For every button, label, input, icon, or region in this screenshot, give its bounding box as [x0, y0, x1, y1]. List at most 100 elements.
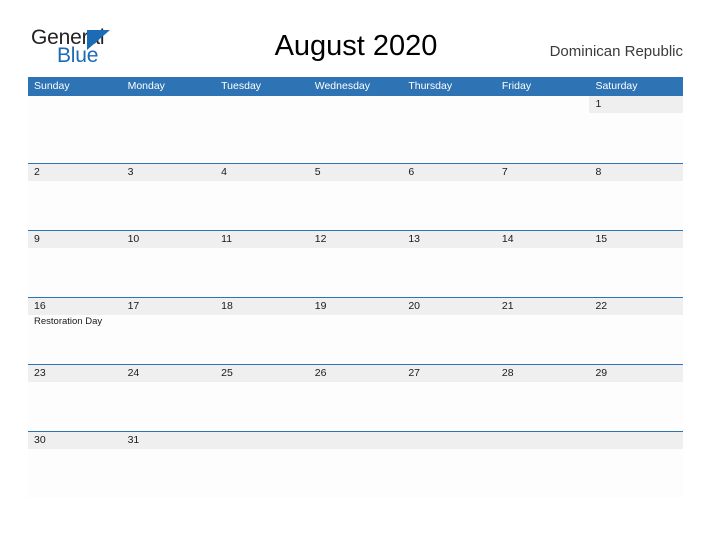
day-number: 14 [501, 233, 514, 245]
calendar-day-cell[interactable]: 20 [402, 298, 496, 364]
calendar-day-cell[interactable]: 13 [402, 231, 496, 297]
day-number-band [402, 432, 496, 449]
calendar-day-cell-empty[interactable] [215, 432, 309, 498]
day-number: 12 [314, 233, 327, 245]
calendar-day-cell-empty[interactable] [28, 96, 122, 163]
calendar-day-cell-empty[interactable] [121, 96, 216, 163]
weekday-wednesday: Wednesday [314, 80, 370, 92]
day-number-band [402, 164, 496, 181]
calendar-day-cell[interactable]: 4 [215, 164, 309, 230]
calendar-day-cell[interactable]: 16 Restoration Day [28, 298, 122, 364]
calendar-week-row: 2 3 4 5 6 7 8 [28, 163, 684, 230]
day-number: 5 [314, 166, 321, 178]
calendar-day-cell[interactable]: 26 [308, 365, 403, 431]
calendar-day-cell[interactable]: 23 [28, 365, 122, 431]
calendar-day-cell[interactable]: 19 [308, 298, 403, 364]
weekday-saturday: Saturday [595, 80, 638, 92]
day-number-band [495, 164, 590, 181]
calendar-day-cell-empty[interactable] [308, 432, 403, 498]
day-number-band [308, 432, 403, 449]
calendar-day-cell[interactable]: 7 [495, 164, 590, 230]
calendar-day-cell-empty[interactable] [589, 432, 684, 498]
calendar-day-cell[interactable]: 27 [402, 365, 496, 431]
calendar-day-cell[interactable]: 29 [589, 365, 684, 431]
calendar-day-cell[interactable]: 24 [121, 365, 216, 431]
day-number: 29 [595, 367, 608, 379]
calendar-page: General Blue August 2020 Dominican Repub… [0, 0, 712, 550]
day-number: 1 [595, 98, 602, 110]
calendar-day-cell[interactable]: 15 [589, 231, 684, 297]
day-number-band [402, 96, 496, 113]
calendar-day-cell[interactable]: 31 [121, 432, 216, 498]
calendar-week-row: 30 31 [28, 431, 684, 498]
day-number: 24 [127, 367, 140, 379]
calendar-day-cell-empty[interactable] [402, 432, 496, 498]
day-number: 13 [408, 233, 420, 245]
calendar-day-cell[interactable]: 17 [121, 298, 216, 364]
day-number-band [121, 164, 216, 181]
day-number-band [589, 164, 684, 181]
day-number-band [28, 96, 122, 113]
calendar-day-cell-empty[interactable] [495, 96, 590, 163]
calendar-week-row: 9 10 11 12 13 14 15 [28, 230, 684, 297]
calendar-day-cell[interactable]: 5 [308, 164, 403, 230]
calendar-weeks: 1 2 3 4 5 6 7 8 9 10 11 12 13 14 15 16 Restoration Day 17… [28, 96, 684, 498]
day-number-band [589, 96, 684, 113]
day-number: 15 [595, 233, 608, 245]
day-number-band [589, 432, 684, 449]
calendar-day-cell[interactable]: 14 [495, 231, 590, 297]
calendar-day-cell[interactable]: 12 [308, 231, 403, 297]
calendar-week-row: 23 24 25 26 27 28 29 [28, 364, 684, 431]
day-number: 22 [595, 300, 608, 312]
calendar-day-cell[interactable]: 2 [28, 164, 122, 230]
calendar-day-cell[interactable]: 9 [28, 231, 122, 297]
calendar-day-cell[interactable]: 22 [589, 298, 684, 364]
day-number-band [308, 96, 403, 113]
country-label: Dominican Republic [549, 43, 683, 60]
day-number-band [215, 164, 309, 181]
day-number: 28 [501, 367, 514, 379]
day-number: 21 [501, 300, 514, 312]
calendar-day-cell[interactable]: 28 [495, 365, 590, 431]
calendar-day-cell[interactable]: 11 [215, 231, 309, 297]
calendar-day-cell[interactable]: 18 [215, 298, 309, 364]
day-number: 19 [314, 300, 327, 312]
calendar-day-cell[interactable]: 21 [495, 298, 590, 364]
day-number-band [495, 432, 590, 449]
day-number: 9 [34, 233, 40, 245]
weekday-sunday: Sunday [34, 80, 70, 92]
day-number: 6 [408, 166, 415, 178]
day-number: 3 [127, 166, 134, 178]
calendar-day-cell[interactable]: 8 [589, 164, 684, 230]
day-number-band [308, 164, 403, 181]
day-number: 8 [595, 166, 602, 178]
calendar-day-cell-empty[interactable] [402, 96, 496, 163]
day-number: 27 [408, 367, 420, 379]
calendar-day-cell-empty[interactable] [308, 96, 403, 163]
calendar-day-cell-empty[interactable] [495, 432, 590, 498]
day-number: 20 [408, 300, 420, 312]
day-number: 31 [127, 434, 140, 446]
calendar-day-cell[interactable]: 3 [121, 164, 216, 230]
calendar-day-cell[interactable]: 25 [215, 365, 309, 431]
day-number-band [28, 164, 122, 181]
day-number: 26 [314, 367, 327, 379]
calendar-day-cell[interactable]: 30 [28, 432, 122, 498]
day-number-band [28, 231, 122, 248]
day-number: 25 [221, 367, 233, 379]
day-number-band [215, 96, 309, 113]
day-number-band [215, 432, 309, 449]
day-number: 11 [221, 233, 233, 245]
calendar-day-cell[interactable]: 1 [589, 96, 684, 163]
day-number: 17 [127, 300, 140, 312]
calendar-week-row: 1 [28, 96, 684, 163]
calendar-day-cell[interactable]: 6 [402, 164, 496, 230]
day-number: 10 [127, 233, 140, 245]
day-number: 18 [221, 300, 233, 312]
weekday-friday: Friday [501, 80, 532, 92]
calendar-day-cell[interactable]: 10 [121, 231, 216, 297]
day-number-band [121, 96, 216, 113]
calendar-day-cell-empty[interactable] [215, 96, 309, 163]
day-number: 7 [501, 166, 508, 178]
day-number-band [495, 96, 590, 113]
